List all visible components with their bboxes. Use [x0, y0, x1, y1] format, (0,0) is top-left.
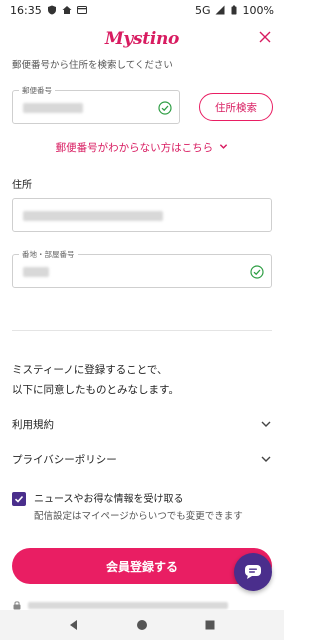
check-circle-icon — [250, 265, 264, 279]
postal-code-field[interactable]: 郵便番号 — [12, 85, 180, 124]
chevron-down-icon — [261, 456, 271, 462]
unknown-postal-link-label: 郵便番号がわからない方はこちら — [55, 142, 214, 154]
network-type: 5G — [195, 3, 211, 17]
chat-button[interactable] — [234, 553, 272, 591]
brand-logo: Mystino — [104, 29, 180, 49]
check-circle-icon — [158, 101, 172, 115]
section-divider — [12, 330, 272, 331]
shield-icon — [47, 5, 56, 15]
unknown-postal-link[interactable]: 郵便番号がわからない方はこちら — [0, 140, 284, 155]
postal-code-value-redacted — [23, 103, 83, 113]
home-icon — [62, 6, 72, 14]
home-button-icon[interactable] — [135, 618, 149, 632]
postal-hint: 郵便番号から住所を検索してください — [12, 60, 173, 71]
battery-icon — [231, 5, 237, 15]
back-icon[interactable] — [67, 618, 81, 632]
agreement-line-1: ミスティーノに登録することで、 — [12, 364, 168, 376]
status-time: 16:35 — [10, 3, 42, 17]
chevron-down-icon — [261, 421, 271, 427]
recents-icon[interactable] — [203, 618, 217, 632]
app-header: Mystino — [0, 20, 284, 58]
street-label: 番地・部屋番号 — [19, 249, 78, 260]
chat-icon — [245, 565, 261, 579]
agreement-text: ミスティーノに登録することで、 以下に同意したものとみなします。 — [12, 360, 272, 400]
terms-label: 利用規約 — [12, 418, 54, 431]
privacy-label: プライバシーポリシー — [12, 453, 117, 466]
street-value-redacted — [23, 267, 49, 277]
privacy-accordion[interactable]: プライバシーポリシー — [12, 447, 272, 471]
newsletter-label: ニュースやお得な情報を受け取る — [34, 494, 184, 505]
address-search-button[interactable]: 住所検索 — [199, 93, 273, 121]
checkmark-icon — [14, 495, 24, 503]
street-field[interactable]: 番地・部屋番号 — [12, 249, 272, 288]
card-icon — [76, 6, 87, 14]
postal-code-label: 郵便番号 — [19, 85, 55, 96]
address-section-label: 住所 — [12, 180, 32, 191]
newsletter-sub: 配信設定はマイページからいつでも変更できます — [34, 511, 243, 522]
privacy-text-redacted — [28, 601, 228, 609]
register-button[interactable]: 会員登録する — [12, 548, 272, 584]
newsletter-checkbox[interactable] — [12, 492, 26, 506]
close-button[interactable] — [256, 30, 274, 48]
chevron-down-icon — [220, 144, 228, 149]
terms-accordion[interactable]: 利用規約 — [12, 412, 272, 436]
close-icon — [259, 31, 271, 43]
agreement-line-2: 以下に同意したものとみなします。 — [12, 384, 179, 396]
address-value-redacted — [23, 211, 163, 221]
newsletter-row: ニュースやお得な情報を受け取る 配信設定はマイページからいつでも変更できます — [12, 490, 272, 522]
signal-icon — [215, 5, 225, 15]
battery-level: 100% — [242, 3, 274, 17]
status-bar: 16:35 5G 100% — [0, 0, 284, 20]
system-nav-bar — [0, 610, 284, 640]
address-field[interactable] — [12, 198, 272, 232]
lock-icon — [13, 601, 21, 610]
